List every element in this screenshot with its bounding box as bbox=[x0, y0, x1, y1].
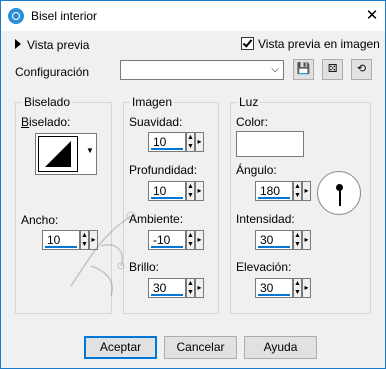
dialog-window: Bisel interior ✕ Vista previa Vista prev… bbox=[0, 0, 386, 369]
angle-input[interactable]: 180 bbox=[255, 181, 293, 201]
depth-label: Profundidad: bbox=[129, 163, 198, 177]
intensity-label: Intensidad: bbox=[236, 212, 295, 226]
cancel-button[interactable]: Cancelar bbox=[164, 336, 237, 359]
bevel-shape-preview-icon bbox=[38, 136, 78, 172]
floppy-disk-icon: 💾 bbox=[296, 63, 311, 75]
light-group-title: Luz bbox=[237, 95, 261, 109]
smoothness-label: Suavidad: bbox=[129, 115, 183, 129]
flourish-watermark-icon bbox=[70, 211, 136, 297]
checkbox-checked-icon[interactable] bbox=[241, 37, 254, 50]
smoothness-stepper[interactable]: ▲ ▼ bbox=[186, 132, 195, 152]
brightness-slider-button[interactable]: ▸ bbox=[195, 278, 204, 298]
angle-stepper[interactable]: ▲ ▼ bbox=[293, 181, 302, 201]
depth-stepper[interactable]: ▲ ▼ bbox=[186, 181, 195, 201]
title-bar[interactable]: Bisel interior ✕ bbox=[1, 1, 385, 31]
bevel-shape-label-text: iselado: bbox=[29, 115, 71, 129]
elevation-stepper[interactable]: ▲ ▼ bbox=[293, 278, 302, 298]
elevation-slider-button[interactable]: ▸ bbox=[302, 278, 311, 298]
light-color-swatch[interactable] bbox=[236, 131, 304, 157]
app-icon bbox=[8, 8, 24, 24]
expand-triangle-icon bbox=[15, 39, 21, 49]
elevation-input[interactable]: 30 bbox=[255, 278, 293, 298]
intensity-slider-button[interactable]: ▸ bbox=[302, 230, 311, 250]
ambience-stepper[interactable]: ▲ ▼ bbox=[186, 230, 195, 250]
preview-in-image-label: Vista previa en imagen bbox=[258, 37, 380, 51]
image-group-title: Imagen bbox=[130, 95, 175, 109]
dial-knob-icon bbox=[336, 184, 343, 191]
depth-slider-button[interactable]: ▸ bbox=[195, 181, 204, 201]
intensity-stepper[interactable]: ▲ ▼ bbox=[293, 230, 302, 250]
bevel-shape-label: Biselado: bbox=[21, 115, 71, 129]
intensity-input[interactable]: 30 bbox=[255, 230, 293, 250]
help-button[interactable]: Ayuda bbox=[244, 336, 317, 359]
reset-button[interactable]: ⟲ bbox=[351, 59, 372, 80]
elevation-spinner[interactable]: 30 ▲ ▼ ▸ bbox=[255, 278, 311, 298]
reset-icon: ⟲ bbox=[356, 63, 367, 75]
preview-toggle-label: Vista previa bbox=[27, 38, 90, 52]
angle-slider-button[interactable]: ▸ bbox=[302, 181, 311, 201]
close-button[interactable]: ✕ bbox=[365, 8, 379, 23]
color-label: Color: bbox=[236, 115, 269, 129]
bevel-group-title: Biselado bbox=[22, 95, 73, 109]
angle-spinner[interactable]: 180 ▲ ▼ ▸ bbox=[255, 181, 311, 201]
width-label: Ancho: bbox=[21, 213, 59, 227]
save-preset-button[interactable]: 💾 bbox=[293, 59, 314, 80]
dice-icon: ⚄ bbox=[327, 63, 338, 75]
brightness-stepper[interactable]: ▲ ▼ bbox=[186, 278, 195, 298]
accept-button[interactable]: Aceptar bbox=[84, 336, 157, 359]
smoothness-input[interactable]: 10 bbox=[148, 132, 186, 152]
randomize-button[interactable]: ⚄ bbox=[322, 59, 343, 80]
angle-dial[interactable] bbox=[317, 171, 361, 215]
smoothness-spinner[interactable]: 10 ▲ ▼ ▸ bbox=[148, 132, 204, 152]
chevron-down-icon[interactable]: ⌵ bbox=[269, 64, 281, 76]
angle-label: Ángulo: bbox=[236, 163, 277, 177]
config-label: Configuración bbox=[15, 65, 90, 79]
ambience-slider-button[interactable]: ▸ bbox=[195, 230, 204, 250]
window-title: Bisel interior bbox=[31, 9, 98, 23]
dropdown-arrow-icon[interactable]: ▼ bbox=[86, 146, 94, 155]
intensity-spinner[interactable]: 30 ▲ ▼ ▸ bbox=[255, 230, 311, 250]
smoothness-slider-button[interactable]: ▸ bbox=[195, 132, 204, 152]
bevel-shape-selector[interactable]: ▼ bbox=[35, 133, 97, 175]
preview-toggle[interactable]: Vista previa bbox=[15, 38, 89, 52]
elevation-label: Elevación: bbox=[236, 260, 292, 274]
preset-dropdown[interactable]: ⌵ bbox=[120, 60, 284, 80]
preview-in-image-checkbox[interactable]: Vista previa en imagen bbox=[241, 37, 380, 51]
